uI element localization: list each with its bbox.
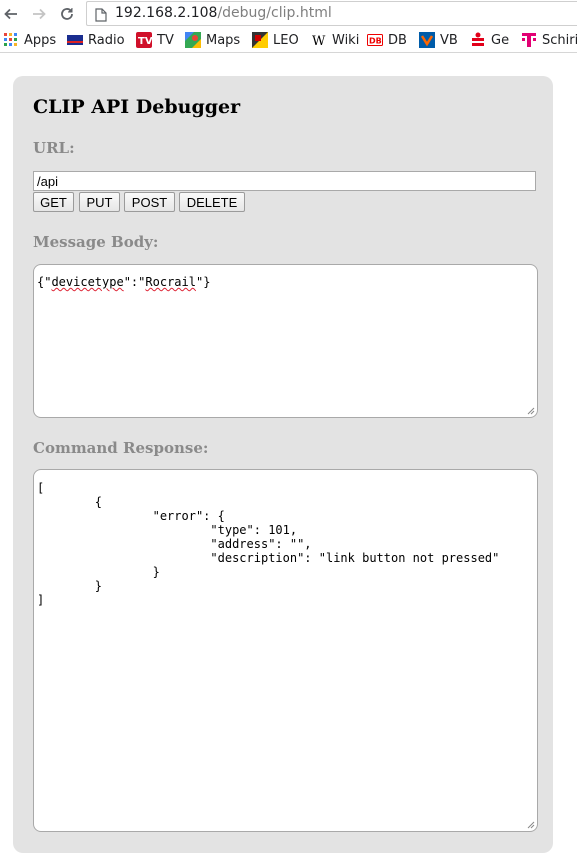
wikipedia-w-icon: W: [311, 32, 327, 48]
command-response-label: Command Response:: [33, 439, 209, 457]
message-body-label: Message Body:: [33, 233, 159, 251]
address-url: 192.168.2.108/debug/clip.html: [115, 5, 332, 21]
bookmark-tv[interactable]: TV TV: [136, 32, 174, 48]
bookmark-radio[interactable]: Radio: [67, 32, 125, 48]
body-middle: ":": [123, 275, 146, 289]
url-path: /debug/clip.html: [217, 5, 332, 21]
bookmark-label: TV: [157, 32, 174, 48]
post-button[interactable]: POST: [124, 192, 175, 212]
svg-text:W: W: [312, 34, 326, 48]
telekom-t-icon: [521, 32, 537, 48]
vb-logo-icon: [419, 32, 435, 48]
response-text: [ { "error": { "type": 101, "address": "…: [37, 481, 500, 607]
bookmark-db[interactable]: DB DB: [367, 32, 407, 48]
command-response-textarea[interactable]: [ { "error": { "type": 101, "address": "…: [33, 469, 538, 832]
resize-grip-icon[interactable]: [527, 407, 535, 415]
bookmark-vb[interactable]: VB: [419, 32, 458, 48]
bookmarks-bar: Apps Radio TV TV Maps LEO W Wiki DB DB V…: [0, 28, 577, 53]
bookmark-maps[interactable]: Maps: [185, 32, 240, 48]
address-bar[interactable]: 192.168.2.108/debug/clip.html: [86, 1, 577, 26]
delete-button[interactable]: DELETE: [179, 192, 245, 212]
page-title: CLIP API Debugger: [33, 96, 241, 118]
bookmark-schiri[interactable]: Schiri: [521, 32, 577, 48]
back-arrow-icon[interactable]: [0, 3, 22, 25]
page-icon: [95, 7, 107, 26]
svg-text:DB: DB: [369, 37, 382, 46]
bookmark-leo[interactable]: LEO: [252, 32, 299, 48]
reload-icon[interactable]: [56, 3, 78, 25]
bookmark-label: VB: [440, 32, 458, 48]
sparkasse-logo-icon: [470, 32, 486, 48]
forward-arrow-icon[interactable]: [28, 3, 50, 25]
bookmark-label: Ge: [491, 32, 510, 48]
bookmark-label: Radio: [88, 32, 125, 48]
apps-grid-icon: [3, 32, 19, 48]
radio-flag-icon: [67, 32, 83, 48]
body-word-devicetype: devicetype: [51, 275, 124, 289]
bookmark-label: Schiri: [542, 32, 577, 48]
debugger-panel: CLIP API Debugger URL: GET PUT POST DELE…: [13, 76, 553, 853]
browser-toolbar: 192.168.2.108/debug/clip.html: [0, 0, 577, 28]
put-button[interactable]: PUT: [79, 192, 120, 212]
bookmark-label: LEO: [273, 32, 299, 48]
bookmark-ge[interactable]: Ge: [470, 32, 509, 48]
bookmark-label: DB: [388, 32, 407, 48]
resize-grip-icon[interactable]: [527, 821, 535, 829]
body-word-rocrail: Rocrail: [145, 275, 196, 289]
url-input[interactable]: [33, 171, 536, 191]
get-button[interactable]: GET: [33, 192, 74, 212]
tv-logo-icon: TV: [136, 32, 152, 48]
url-host: 192.168.2.108: [115, 5, 218, 21]
bookmark-apps[interactable]: Apps: [3, 32, 56, 48]
maps-pin-icon: [185, 32, 201, 48]
bookmark-label: Maps: [206, 32, 241, 48]
body-suffix: "}: [195, 275, 211, 289]
url-label: URL:: [33, 139, 75, 157]
svg-text:TV: TV: [138, 36, 152, 47]
message-body-textarea[interactable]: {"devicetype":"Rocrail"}: [33, 264, 538, 418]
bookmark-label: Apps: [24, 32, 57, 48]
db-logo-icon: DB: [367, 32, 383, 48]
bookmark-wiki[interactable]: W Wiki: [311, 32, 360, 49]
body-prefix: {": [37, 275, 52, 289]
leo-flag-icon: [252, 32, 268, 48]
bookmark-label: Wiki: [332, 32, 360, 48]
